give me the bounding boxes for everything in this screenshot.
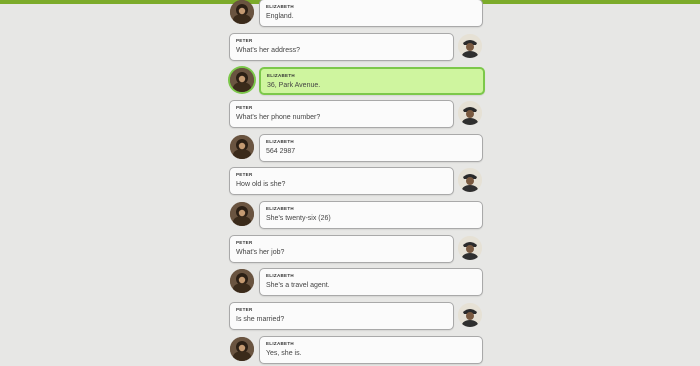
dialogue-line-elizabeth: ELIZABETH She's twenty-six (26) [0,201,700,229]
dialogue-line-elizabeth: ELIZABETH England. [0,0,700,27]
elizabeth-avatar [230,0,254,24]
peter-avatar [458,236,482,260]
speaker-name: PETER [236,240,253,245]
speaker-name: ELIZABETH [266,206,294,211]
dialogue-line-elizabeth-active: ELIZABETH 36, Park Avenue. [0,67,700,95]
dialogue-line-elizabeth: ELIZABETH Yes, she is. [0,336,700,364]
speaker-name: ELIZABETH [266,4,294,9]
peter-avatar [458,168,482,192]
dialogue-line-peter: PETER How old is she? [0,167,700,195]
dialogue-text: 564 2987 [266,148,296,155]
dialogue-text: What's her phone number? [236,114,321,121]
elizabeth-avatar [230,68,254,92]
dialogue-bubble[interactable]: PETER What's her job? [229,235,454,263]
elizabeth-avatar [230,269,254,293]
dialogue-line-peter: PETER What's her address? [0,33,700,61]
dialogue-text: Yes, she is. [266,350,302,357]
elizabeth-avatar [230,337,254,361]
dialogue-line-peter: PETER What's her phone number? [0,100,700,128]
dialogue-line-elizabeth: ELIZABETH She's a travel agent. [0,268,700,296]
speaker-name: PETER [236,307,253,312]
elizabeth-avatar [230,202,254,226]
speaker-name: ELIZABETH [266,139,294,144]
dialogue-bubble[interactable]: PETER Is she married? [229,302,454,330]
dialogue-line-peter: PETER Is she married? [0,302,700,330]
dialogue-bubble[interactable]: PETER How old is she? [229,167,454,195]
dialogue-text: She's a travel agent. [266,282,330,289]
dialogue-bubble[interactable]: ELIZABETH England. [259,0,483,27]
speaker-name: PETER [236,105,253,110]
elizabeth-avatar [230,135,254,159]
dialogue-text: 36, Park Avenue. [267,82,321,89]
dialogue-bubble[interactable]: ELIZABETH Yes, she is. [259,336,483,364]
dialogue-bubble-active[interactable]: ELIZABETH 36, Park Avenue. [259,67,485,95]
dialogue-text: She's twenty-six (26) [266,215,331,222]
dialogue-bubble[interactable]: ELIZABETH She's twenty-six (26) [259,201,483,229]
peter-avatar [458,34,482,58]
dialogue-text: England. [266,13,294,20]
speaker-name: ELIZABETH [267,73,295,78]
dialogue-text: How old is she? [236,181,286,188]
peter-avatar [458,303,482,327]
dialogue-line-elizabeth: ELIZABETH 564 2987 [0,134,700,162]
speaker-name: PETER [236,38,253,43]
dialogue-bubble[interactable]: ELIZABETH She's a travel agent. [259,268,483,296]
speaker-name: PETER [236,172,253,177]
speaker-name: ELIZABETH [266,341,294,346]
dialogue-text: What's her address? [236,47,300,54]
speaker-name: ELIZABETH [266,273,294,278]
dialogue-text: Is she married? [236,316,285,323]
dialogue-bubble[interactable]: ELIZABETH 564 2987 [259,134,483,162]
peter-avatar [458,101,482,125]
dialogue-bubble[interactable]: PETER What's her address? [229,33,454,61]
dialogue-text: What's her job? [236,249,285,256]
dialogue-bubble[interactable]: PETER What's her phone number? [229,100,454,128]
dialogue-line-peter: PETER What's her job? [0,235,700,263]
